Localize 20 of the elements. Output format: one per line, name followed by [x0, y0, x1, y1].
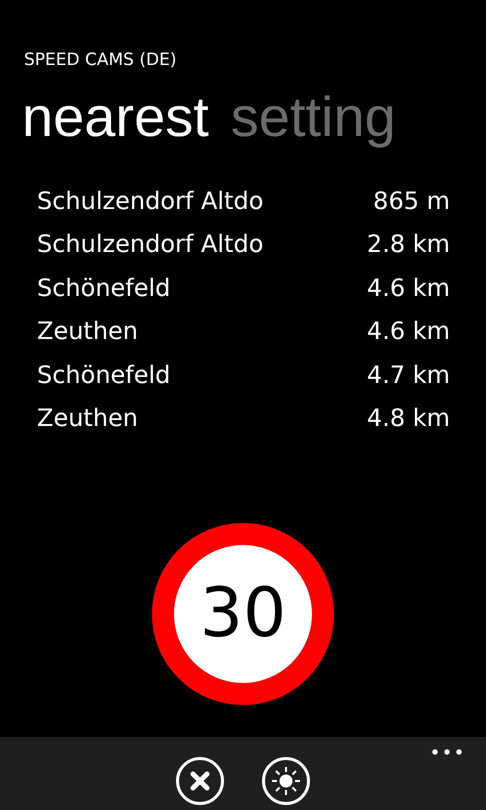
camera-distance: 4.6 km [366, 316, 450, 348]
more-icon[interactable] [432, 749, 462, 755]
pivot-tab[interactable]: nearest [22, 89, 209, 145]
brightness-button[interactable] [262, 757, 310, 805]
camera-distance: 2.8 km [366, 229, 450, 260]
camera-location[interactable]: Schulzendorf Altdo [37, 182, 264, 219]
camera-location[interactable]: Schönefeld [37, 356, 170, 393]
close-icon [190, 771, 210, 791]
camera-distance: 4.7 km [366, 360, 450, 391]
camera-location[interactable]: Zeuthen [37, 313, 138, 350]
camera-location[interactable]: Schönefeld [37, 270, 170, 306]
camera-location[interactable]: Schulzendorf Altdo [37, 226, 264, 262]
camera-distance: 4.6 km [366, 272, 450, 304]
camera-location[interactable]: Zeuthen [37, 400, 138, 436]
camera-distance: 4.8 km [366, 403, 450, 434]
close-button[interactable] [176, 757, 224, 805]
speed-limit-sign: 30 [152, 522, 334, 704]
app-title: SPEED CAMS (DE) [23, 49, 178, 69]
sun-icon [271, 766, 301, 796]
camera-distance: 865 m [373, 186, 450, 217]
